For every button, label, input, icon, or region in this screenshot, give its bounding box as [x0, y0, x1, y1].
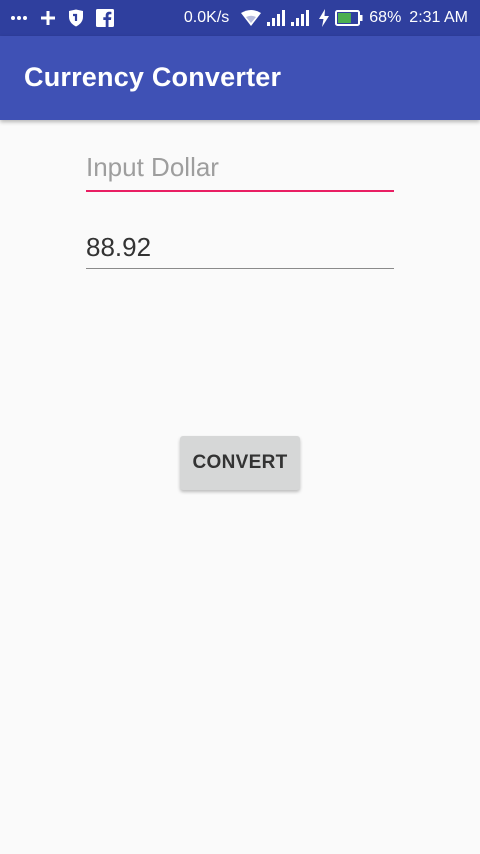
app-title: Currency Converter — [24, 62, 282, 92]
result-value: 88.92 — [86, 232, 152, 262]
facebook-icon — [96, 9, 114, 27]
status-right-indicators: 0.0K/s 68% 2:31 AM — [184, 7, 468, 29]
signal-icon — [267, 10, 286, 26]
battery-percent: 68% — [369, 9, 402, 26]
more-dots-icon — [10, 15, 28, 21]
app-bar: Currency Converter — [0, 36, 480, 120]
status-bar: 0.0K/s 68% 2:31 AM — [0, 0, 480, 36]
wifi-icon — [241, 10, 262, 26]
convert-button[interactable]: CONVERT — [180, 436, 300, 490]
plus-icon — [40, 10, 56, 26]
charging-icon — [319, 9, 330, 27]
signal-icon — [291, 10, 310, 26]
status-left-icons — [10, 7, 114, 29]
network-speed: 0.0K/s — [183, 9, 230, 26]
shield-icon — [68, 9, 84, 27]
result-field: 88.92 — [86, 230, 394, 269]
battery-icon — [335, 10, 363, 26]
dollar-input-field[interactable] — [86, 150, 394, 192]
dollar-input[interactable] — [86, 150, 394, 184]
clock: 2:31 AM — [409, 9, 468, 26]
